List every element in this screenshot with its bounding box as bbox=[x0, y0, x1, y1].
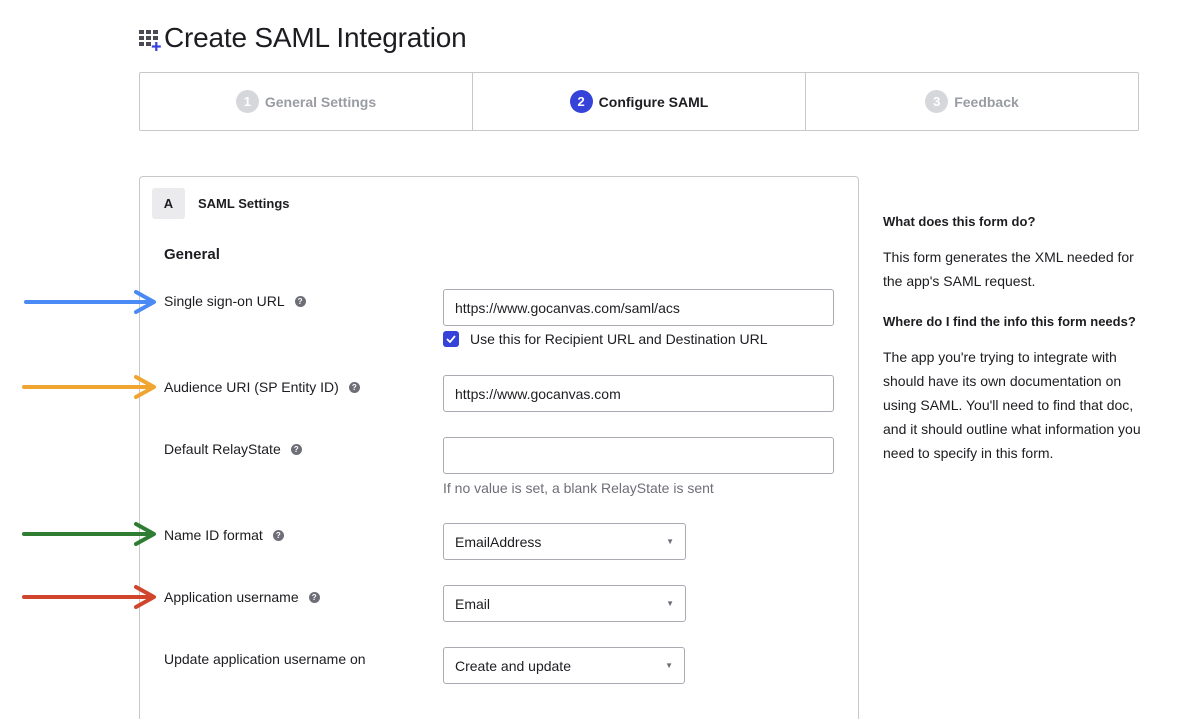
step-label: Configure SAML bbox=[598, 93, 709, 110]
relay-state-hint: If no value is set, a blank RelayState i… bbox=[443, 480, 714, 496]
page-title: Create SAML Integration bbox=[138, 22, 467, 54]
recipient-url-checkbox-row[interactable]: Use this for Recipient URL and Destinati… bbox=[443, 331, 768, 347]
audience-uri-label-text: Audience URI (SP Entity ID) bbox=[164, 379, 339, 395]
caret-down-icon: ▼ bbox=[666, 599, 674, 608]
relay-state-label-text: Default RelayState bbox=[164, 441, 281, 457]
section-header: A SAML Settings bbox=[152, 188, 290, 219]
step-number: 3 bbox=[925, 90, 949, 113]
select-value: Email bbox=[455, 595, 491, 612]
help-icon[interactable]: ? bbox=[348, 381, 360, 393]
sso-url-input[interactable] bbox=[443, 289, 834, 326]
wizard-steps: 1 General Settings 2 Configure SAML 3 Fe… bbox=[139, 72, 1139, 131]
step-feedback[interactable]: 3 Feedback bbox=[806, 73, 1138, 130]
section-badge: A bbox=[152, 188, 185, 219]
annotation-arrow-red bbox=[22, 585, 156, 609]
checkmark-icon bbox=[446, 335, 456, 343]
help-answer: The app you're trying to integrate with … bbox=[883, 349, 1141, 461]
help-sidebar: What does this form do? This form genera… bbox=[883, 213, 1148, 465]
name-id-format-label-text: Name ID format bbox=[164, 527, 263, 543]
help-answer: This form generates the XML needed for t… bbox=[883, 249, 1134, 289]
step-general-settings[interactable]: 1 General Settings bbox=[140, 73, 473, 130]
audience-uri-label: Audience URI (SP Entity ID) ? bbox=[164, 379, 360, 395]
saml-settings-card: A SAML Settings General Single sign-on U… bbox=[139, 176, 859, 719]
step-configure-saml[interactable]: 2 Configure SAML bbox=[473, 73, 806, 130]
update-username-on-label-text: Update application username on bbox=[164, 651, 366, 667]
step-number: 2 bbox=[569, 90, 593, 113]
recipient-url-checkbox[interactable] bbox=[443, 331, 459, 347]
relay-state-input[interactable] bbox=[443, 437, 834, 474]
app-username-label-text: Application username bbox=[164, 589, 299, 605]
step-label: Feedback bbox=[954, 93, 1019, 110]
select-value: Create and update bbox=[455, 657, 571, 674]
page-title-text: Create SAML Integration bbox=[164, 22, 467, 53]
group-title: General bbox=[164, 246, 220, 263]
help-icon[interactable]: ? bbox=[272, 529, 284, 541]
section-title: SAML Settings bbox=[198, 196, 290, 211]
annotation-arrow-green bbox=[22, 522, 156, 546]
annotation-arrow-blue bbox=[24, 290, 156, 314]
annotation-arrow-orange bbox=[22, 375, 156, 399]
help-icon[interactable]: ? bbox=[308, 591, 320, 603]
name-id-format-select[interactable]: EmailAddress ▼ bbox=[443, 523, 686, 560]
caret-down-icon: ▼ bbox=[666, 537, 674, 546]
step-label: General Settings bbox=[264, 93, 377, 110]
help-question: What does this form do? bbox=[883, 214, 1036, 229]
recipient-url-checkbox-label: Use this for Recipient URL and Destinati… bbox=[470, 331, 768, 347]
help-icon[interactable]: ? bbox=[290, 443, 302, 455]
step-number: 1 bbox=[235, 90, 259, 113]
apps-add-icon bbox=[139, 30, 161, 51]
help-question: Where do I find the info this form needs… bbox=[883, 314, 1136, 329]
app-username-label: Application username ? bbox=[164, 589, 320, 605]
audience-uri-input[interactable] bbox=[443, 375, 834, 412]
sso-url-label-text: Single sign-on URL bbox=[164, 293, 285, 309]
help-icon[interactable]: ? bbox=[294, 295, 306, 307]
relay-state-label: Default RelayState ? bbox=[164, 441, 302, 457]
select-value: EmailAddress bbox=[455, 533, 542, 550]
name-id-format-label: Name ID format ? bbox=[164, 527, 284, 543]
app-username-select[interactable]: Email ▼ bbox=[443, 585, 686, 622]
update-username-on-select[interactable]: Create and update ▼ bbox=[443, 647, 685, 684]
sso-url-label: Single sign-on URL ? bbox=[164, 293, 306, 309]
caret-down-icon: ▼ bbox=[665, 661, 673, 670]
update-username-on-label: Update application username on bbox=[164, 651, 366, 667]
